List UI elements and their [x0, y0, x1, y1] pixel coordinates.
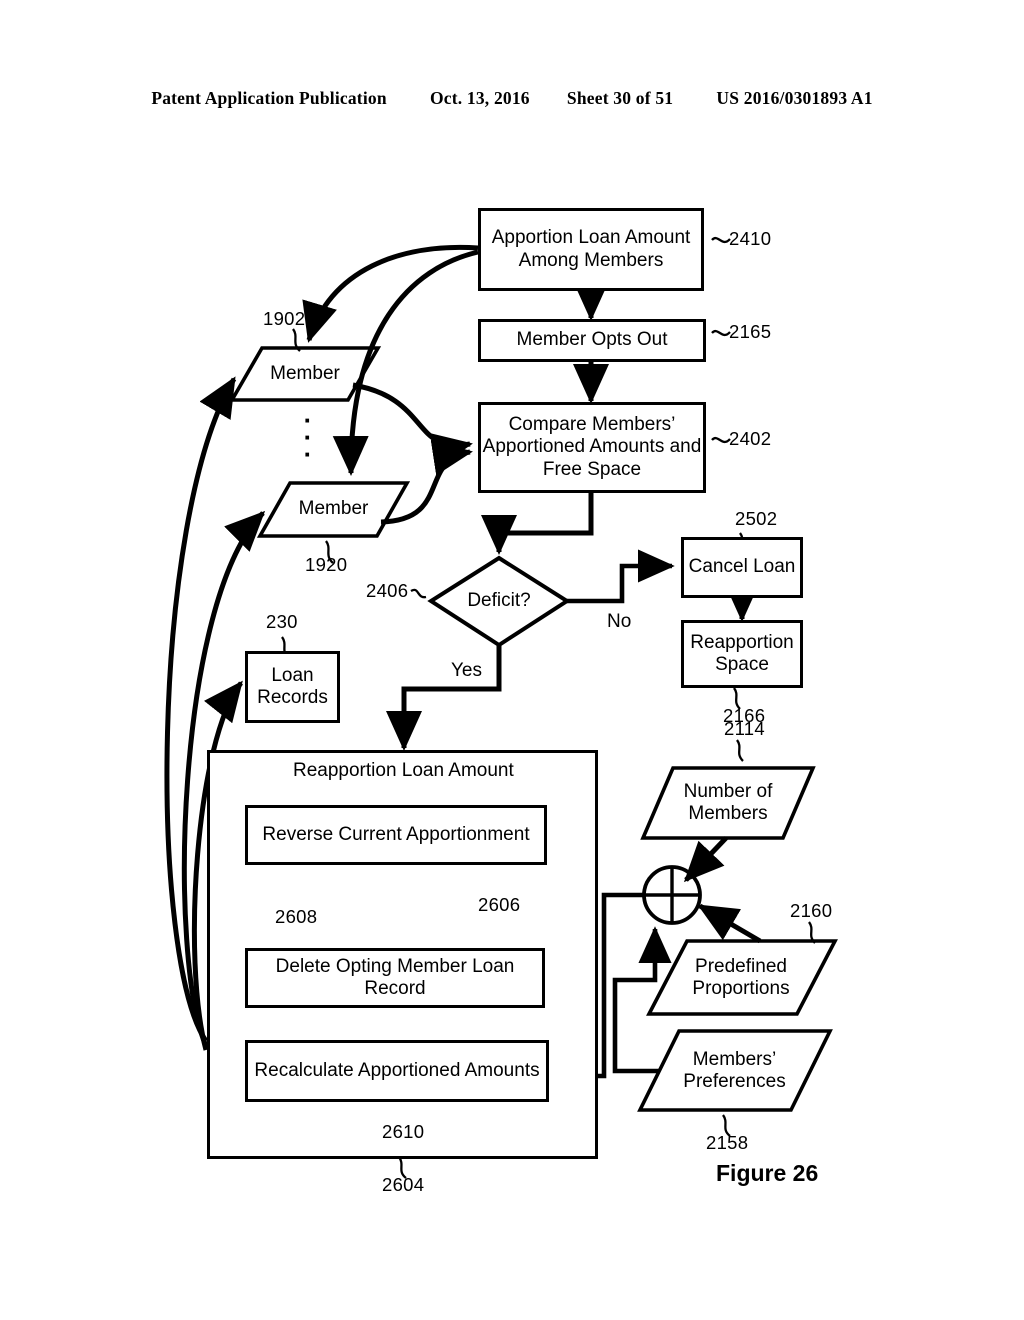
ref-2606: 2606 — [478, 894, 521, 915]
node-delete-opting-member-loan-record-label: Delete Opting Member Loan Record — [275, 955, 515, 999]
node-compare-members-label: Compare Members’ Apportioned Amounts and… — [482, 413, 702, 480]
members-preferences-shape — [637, 1029, 833, 1112]
ellipsis-dot-3: · — [303, 439, 313, 469]
node-reapportion-loan-amount-title: Reapportion Loan Amount — [293, 760, 514, 781]
leader-2402 — [711, 437, 731, 444]
node-recalculate-apportioned-amounts[interactable]: Recalculate Apportioned Amounts — [245, 1040, 549, 1102]
edge-predefined-proportions-to-junction — [697, 903, 762, 944]
ref-2165: 2165 — [729, 321, 772, 342]
ref-2608: 2608 — [275, 906, 318, 927]
number-of-members-shape — [640, 766, 816, 840]
predefined-proportions-shape — [646, 939, 838, 1016]
ref-230: 230 — [266, 611, 298, 632]
node-reverse-current-apportionment-label: Reverse Current Apportionment — [262, 823, 530, 845]
node-cancel-loan-label: Cancel Loan — [688, 556, 796, 578]
node-loan-records-label: Loan Records — [257, 664, 328, 708]
ref-1902: 1902 — [263, 308, 306, 329]
edge-members-preferences-to-junction — [612, 926, 672, 1074]
ref-2604: 2604 — [382, 1174, 425, 1195]
ref-2410: 2410 — [729, 228, 772, 249]
ref-2402: 2402 — [729, 428, 772, 449]
leader-2406 — [410, 588, 427, 599]
ref-2160: 2160 — [790, 900, 833, 921]
edge-compare-to-deficit — [480, 493, 594, 555]
node-member-opts-out-label: Member Opts Out — [516, 329, 668, 351]
edge-number-of-members-to-junction — [683, 836, 728, 883]
edge-label-yes: Yes — [451, 660, 482, 681]
ref-2114: 2114 — [724, 718, 765, 739]
ellipsis-between-members: · · · — [296, 407, 320, 469]
node-member-opts-out[interactable]: Member Opts Out — [478, 319, 706, 362]
ref-1920: 1920 — [305, 554, 348, 575]
edge-deficit-no-to-cancel-loan — [567, 549, 675, 604]
node-reapportion-space-label: Reapportion Space — [690, 631, 794, 675]
member-last-shape — [256, 481, 411, 538]
ref-2502: 2502 — [735, 508, 778, 529]
figure-caption: Figure 26 — [716, 1160, 819, 1186]
leader-2410 — [711, 237, 731, 244]
deficit-diamond-shape — [427, 555, 571, 648]
node-cancel-loan[interactable]: Cancel Loan — [681, 537, 803, 598]
leader-2165 — [711, 330, 731, 337]
ref-2158: 2158 — [706, 1132, 749, 1153]
edge-member-first-to-compare — [352, 382, 473, 469]
edge-label-no: No — [607, 611, 632, 632]
node-loan-records[interactable]: Loan Records — [245, 651, 340, 723]
node-reverse-current-apportionment[interactable]: Reverse Current Apportionment — [245, 805, 547, 865]
node-apportion-loan-amount[interactable]: Apportion Loan Amount Among Members — [478, 208, 704, 291]
ref-2610: 2610 — [382, 1121, 425, 1142]
node-compare-members[interactable]: Compare Members’ Apportioned Amounts and… — [478, 402, 706, 493]
node-reapportion-space[interactable]: Reapportion Space — [681, 620, 803, 688]
ref-2406: 2406 — [366, 580, 409, 601]
node-apportion-loan-amount-label: Apportion Loan Amount Among Members — [491, 227, 691, 271]
leader-2114 — [736, 739, 744, 762]
node-delete-opting-member-loan-record[interactable]: Delete Opting Member Loan Record — [245, 948, 545, 1008]
node-recalculate-apportioned-amounts-label: Recalculate Apportioned Amounts — [254, 1059, 540, 1081]
